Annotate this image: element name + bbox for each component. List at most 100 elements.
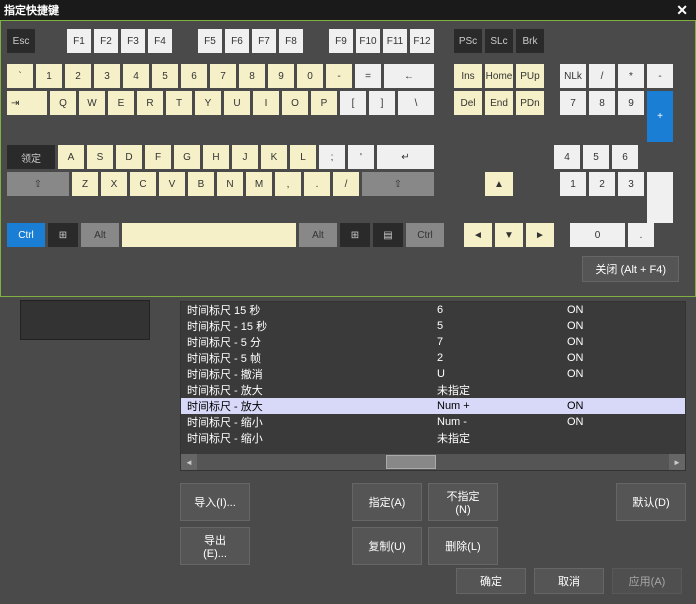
- key-f7[interactable]: F7: [252, 29, 276, 53]
- key-r[interactable]: R: [137, 91, 163, 115]
- key-rwin[interactable]: ⊞: [340, 223, 370, 247]
- horizontal-scrollbar[interactable]: ◄ ►: [181, 454, 685, 470]
- key-tab[interactable]: ⇥: [7, 91, 47, 115]
- key-psc[interactable]: PSc: [454, 29, 482, 53]
- key-f8[interactable]: F8: [279, 29, 303, 53]
- scroll-thumb[interactable]: [386, 455, 436, 469]
- key-w[interactable]: W: [79, 91, 105, 115]
- key-8[interactable]: 8: [239, 64, 265, 88]
- key-apostrophe[interactable]: ': [348, 145, 374, 169]
- scroll-left-icon[interactable]: ◄: [181, 454, 197, 470]
- key-mul[interactable]: *: [618, 64, 644, 88]
- key-sub[interactable]: -: [647, 64, 673, 88]
- key-5[interactable]: 5: [152, 64, 178, 88]
- key-brk[interactable]: Brk: [516, 29, 544, 53]
- list-row[interactable]: 时间标尺 - 缩小未指定: [181, 430, 685, 446]
- duplicate-button[interactable]: 复制(U): [352, 527, 422, 565]
- key-capslock[interactable]: 领定: [7, 145, 55, 169]
- key-a[interactable]: A: [58, 145, 84, 169]
- key-b[interactable]: B: [188, 172, 214, 196]
- key-space[interactable]: [122, 223, 296, 247]
- delete-button[interactable]: 删除(L): [428, 527, 498, 565]
- key-backspace[interactable]: ←: [384, 64, 434, 88]
- key-u[interactable]: U: [224, 91, 250, 115]
- key-div[interactable]: /: [589, 64, 615, 88]
- key-l[interactable]: L: [290, 145, 316, 169]
- close-button[interactable]: 关闭 (Alt + F4): [582, 256, 679, 282]
- key-equals[interactable]: =: [355, 64, 381, 88]
- key-f1[interactable]: F1: [67, 29, 91, 53]
- key-comma[interactable]: ,: [275, 172, 301, 196]
- key-f2[interactable]: F2: [94, 29, 118, 53]
- key-up[interactable]: ▲: [485, 172, 513, 196]
- list-row[interactable]: 时间标尺 - 15 秒5ON: [181, 318, 685, 334]
- close-icon[interactable]: ✕: [672, 2, 692, 19]
- key-rshift[interactable]: ⇧: [362, 172, 434, 196]
- key-3[interactable]: 3: [94, 64, 120, 88]
- key-c[interactable]: C: [130, 172, 156, 196]
- scroll-right-icon[interactable]: ►: [669, 454, 685, 470]
- key-esc[interactable]: Esc: [7, 29, 35, 53]
- export-button[interactable]: 导出(E)...: [180, 527, 250, 565]
- key-7[interactable]: 7: [210, 64, 236, 88]
- key-end[interactable]: End: [485, 91, 513, 115]
- key-ralt[interactable]: Alt: [299, 223, 337, 247]
- key-4[interactable]: 4: [123, 64, 149, 88]
- key-j[interactable]: J: [232, 145, 258, 169]
- key-slc[interactable]: SLc: [485, 29, 513, 53]
- key-k[interactable]: K: [261, 145, 287, 169]
- key-np7[interactable]: 7: [560, 91, 586, 115]
- key-e[interactable]: E: [108, 91, 134, 115]
- key-del[interactable]: Del: [454, 91, 482, 115]
- list-row[interactable]: 时间标尺 - 撤消UON: [181, 366, 685, 382]
- list-row[interactable]: 时间标尺 - 放大未指定: [181, 382, 685, 398]
- apply-button[interactable]: 应用(A): [612, 568, 682, 594]
- default-button[interactable]: 默认(D): [616, 483, 686, 521]
- key-f[interactable]: F: [145, 145, 171, 169]
- key-f10[interactable]: F10: [356, 29, 380, 53]
- key-np5[interactable]: 5: [583, 145, 609, 169]
- key-rctrl[interactable]: Ctrl: [406, 223, 444, 247]
- key-i[interactable]: I: [253, 91, 279, 115]
- key-v[interactable]: V: [159, 172, 185, 196]
- ok-button[interactable]: 确定: [456, 568, 526, 594]
- key-2[interactable]: 2: [65, 64, 91, 88]
- list-row[interactable]: 时间标尺 - 5 分7ON: [181, 334, 685, 350]
- key-slash[interactable]: /: [333, 172, 359, 196]
- key-x[interactable]: X: [101, 172, 127, 196]
- list-row[interactable]: 时间标尺 15 秒6ON: [181, 302, 685, 318]
- list-row[interactable]: 时间标尺 - 放大Num +ON: [181, 398, 685, 414]
- key-f9[interactable]: F9: [329, 29, 353, 53]
- key-npdot[interactable]: .: [628, 223, 654, 247]
- shortcut-list[interactable]: 时间标尺 15 秒6ON时间标尺 - 15 秒5ON时间标尺 - 5 分7ON时…: [180, 301, 686, 471]
- key-lwin[interactable]: ⊞: [48, 223, 78, 247]
- key-lalt[interactable]: Alt: [81, 223, 119, 247]
- key-p[interactable]: P: [311, 91, 337, 115]
- key-f5[interactable]: F5: [198, 29, 222, 53]
- key-np1[interactable]: 1: [560, 172, 586, 196]
- key-np6[interactable]: 6: [612, 145, 638, 169]
- key-9[interactable]: 9: [268, 64, 294, 88]
- key-down[interactable]: ▼: [495, 223, 523, 247]
- key-f6[interactable]: F6: [225, 29, 249, 53]
- assign-button[interactable]: 指定(A): [352, 483, 422, 521]
- key-np8[interactable]: 8: [589, 91, 615, 115]
- list-row[interactable]: 时间标尺 - 5 帧2ON: [181, 350, 685, 366]
- key-z[interactable]: Z: [72, 172, 98, 196]
- key-menu[interactable]: ▤: [373, 223, 403, 247]
- key-lshift[interactable]: ⇧: [7, 172, 69, 196]
- key-home[interactable]: Home: [485, 64, 513, 88]
- key-m[interactable]: M: [246, 172, 272, 196]
- key-backslash[interactable]: \: [398, 91, 434, 115]
- key-period[interactable]: .: [304, 172, 330, 196]
- key-right[interactable]: ►: [526, 223, 554, 247]
- key-o[interactable]: O: [282, 91, 308, 115]
- list-row[interactable]: 时间标尺 - 缩小Num -ON: [181, 414, 685, 430]
- key-n[interactable]: N: [217, 172, 243, 196]
- key-y[interactable]: Y: [195, 91, 221, 115]
- key-pup[interactable]: PUp: [516, 64, 544, 88]
- key-g[interactable]: G: [174, 145, 200, 169]
- key-pdn[interactable]: PDn: [516, 91, 544, 115]
- key-f4[interactable]: F4: [148, 29, 172, 53]
- key-lctrl[interactable]: Ctrl: [7, 223, 45, 247]
